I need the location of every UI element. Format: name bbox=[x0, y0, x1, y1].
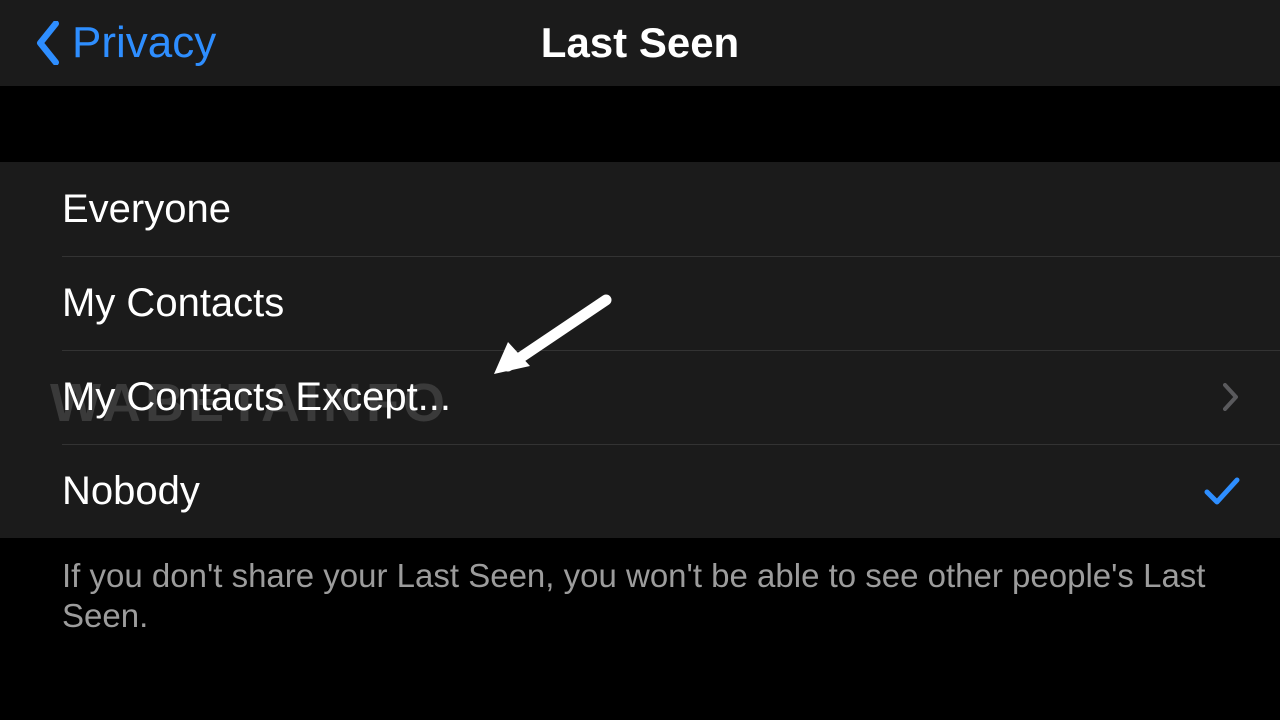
option-nobody[interactable]: Nobody bbox=[0, 444, 1280, 538]
back-button[interactable]: Privacy bbox=[0, 18, 216, 68]
checkmark-icon bbox=[1204, 476, 1240, 506]
page-title: Last Seen bbox=[541, 19, 739, 67]
back-label: Privacy bbox=[72, 18, 216, 68]
options-list: Everyone My Contacts My Contacts Except.… bbox=[0, 162, 1280, 538]
navbar: Privacy Last Seen bbox=[0, 0, 1280, 86]
option-label: Everyone bbox=[62, 187, 231, 232]
option-label: Nobody bbox=[62, 469, 200, 514]
footer-note: If you don't share your Last Seen, you w… bbox=[0, 538, 1280, 637]
option-everyone[interactable]: Everyone bbox=[0, 162, 1280, 256]
chevron-right-icon bbox=[1222, 382, 1240, 412]
chevron-left-icon bbox=[34, 21, 62, 65]
option-my-contacts-except[interactable]: My Contacts Except... bbox=[0, 350, 1280, 444]
option-my-contacts[interactable]: My Contacts bbox=[0, 256, 1280, 350]
option-label: My Contacts bbox=[62, 281, 284, 326]
option-label: My Contacts Except... bbox=[62, 375, 451, 420]
section-spacer bbox=[0, 86, 1280, 162]
